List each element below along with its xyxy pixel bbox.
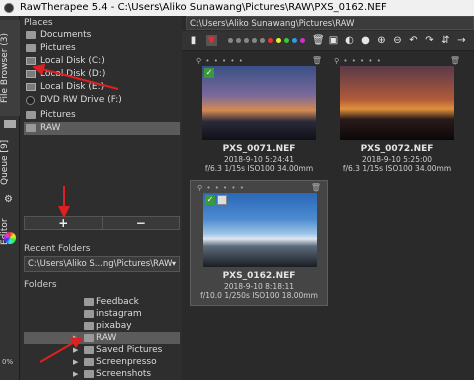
- red-arrow: [39, 336, 84, 363]
- red-arrow: [32, 63, 119, 90]
- annotation-arrows: [32, 63, 119, 363]
